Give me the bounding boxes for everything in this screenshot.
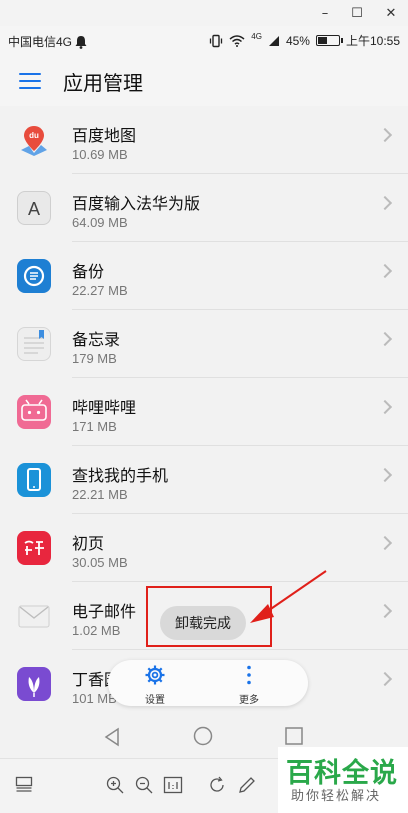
list-item[interactable]: 初页 30.05 MB xyxy=(0,514,408,582)
bottom-action-bar: 设置 更多 xyxy=(108,660,308,706)
battery-percent: 45% xyxy=(285,33,310,48)
app-size: 22.27 MB xyxy=(72,283,128,298)
more-vertical-icon xyxy=(247,665,251,685)
memo-icon xyxy=(17,327,51,361)
vibrate-icon xyxy=(210,34,223,47)
list-item[interactable]: du 百度地图 10.69 MB xyxy=(0,106,408,174)
watermark-logo: 百科全说 助你轻松解决 xyxy=(278,747,408,813)
svg-text:du: du xyxy=(29,131,39,140)
menu-icon[interactable] xyxy=(19,73,41,89)
list-item[interactable]: 备忘录 179 MB xyxy=(0,310,408,378)
status-bar: 中国电信4G 4G 45% 上午10:55 xyxy=(0,26,408,56)
wifi-icon xyxy=(229,34,245,47)
maximize-button[interactable]: ☐ xyxy=(340,0,374,26)
watermark-subtitle: 助你轻松解决 xyxy=(291,788,382,803)
svg-text:A: A xyxy=(28,199,40,219)
actual-size-icon[interactable] xyxy=(163,775,183,795)
app-size: 30.05 MB xyxy=(72,555,128,570)
bilibili-icon xyxy=(17,395,51,429)
back-icon[interactable] xyxy=(103,727,121,747)
find-phone-icon xyxy=(17,463,51,497)
carrier-label: 中国电信4G xyxy=(8,35,73,49)
app-name: 初页 xyxy=(72,536,105,553)
layout-icon[interactable] xyxy=(15,776,33,794)
baidu-input-icon: A xyxy=(17,191,51,225)
zoom-in-icon[interactable] xyxy=(105,775,125,795)
chevron-right-icon xyxy=(377,195,393,211)
settings-label: 设置 xyxy=(145,695,165,706)
more-button[interactable]: 更多 xyxy=(238,664,260,706)
home-icon[interactable] xyxy=(193,726,213,746)
gear-icon xyxy=(145,665,165,685)
backup-icon xyxy=(17,259,51,293)
list-item[interactable]: A 百度输入法华为版 64.09 MB xyxy=(0,174,408,242)
settings-button[interactable]: 设置 xyxy=(144,664,166,706)
rotate-icon[interactable] xyxy=(207,775,227,795)
page-title: 应用管理 xyxy=(63,72,143,95)
window-title-bar: – ☐ ✕ xyxy=(0,0,408,26)
app-name: 查找我的手机 xyxy=(72,468,169,485)
network-tag: 4G xyxy=(251,32,262,41)
clock: 上午10:55 xyxy=(345,34,400,48)
list-item[interactable]: 备份 22.27 MB xyxy=(0,242,408,310)
app-name: 哔哩哔哩 xyxy=(72,400,137,417)
app-header: 应用管理 xyxy=(0,56,408,106)
dingxiangyuan-icon xyxy=(17,667,51,701)
chuye-icon xyxy=(17,531,51,565)
chevron-right-icon xyxy=(377,331,393,347)
highlight-box xyxy=(146,586,272,647)
chevron-right-icon xyxy=(377,603,393,619)
app-name: 备忘录 xyxy=(72,332,121,349)
app-name: 百度输入法华为版 xyxy=(72,196,201,213)
chevron-right-icon xyxy=(377,535,393,551)
app-size: 171 MB xyxy=(72,419,117,434)
more-label: 更多 xyxy=(239,695,259,706)
app-name: 备份 xyxy=(72,264,105,281)
app-name: 百度地图 xyxy=(72,128,137,145)
recents-icon[interactable] xyxy=(285,727,303,745)
signal-icon xyxy=(268,35,279,46)
close-window-button[interactable]: ✕ xyxy=(374,0,408,26)
app-name: 电子邮件 xyxy=(72,604,137,621)
app-size: 10.69 MB xyxy=(72,147,128,162)
email-icon xyxy=(17,599,51,633)
chevron-right-icon xyxy=(377,127,393,143)
app-size: 1.02 MB xyxy=(72,623,121,638)
minimize-button[interactable]: – xyxy=(308,0,342,26)
chevron-right-icon xyxy=(377,263,393,279)
baidu-map-icon: du xyxy=(17,123,51,157)
app-size: 64.09 MB xyxy=(72,215,128,230)
notification-icon xyxy=(75,35,87,49)
app-size: 179 MB xyxy=(72,351,117,366)
battery-icon xyxy=(315,35,343,46)
edit-pencil-icon[interactable] xyxy=(237,775,257,795)
zoom-out-icon[interactable] xyxy=(134,775,154,795)
chevron-right-icon xyxy=(377,671,393,687)
app-size: 22.21 MB xyxy=(72,487,128,502)
list-item[interactable]: 查找我的手机 22.21 MB xyxy=(0,446,408,514)
list-item[interactable]: 哔哩哔哩 171 MB xyxy=(0,378,408,446)
chevron-right-icon xyxy=(377,399,393,415)
screen: – ☐ ✕ 中国电信4G 4G 45% 上午10:55 应用管理 du 百度地图… xyxy=(0,0,408,813)
chevron-right-icon xyxy=(377,467,393,483)
